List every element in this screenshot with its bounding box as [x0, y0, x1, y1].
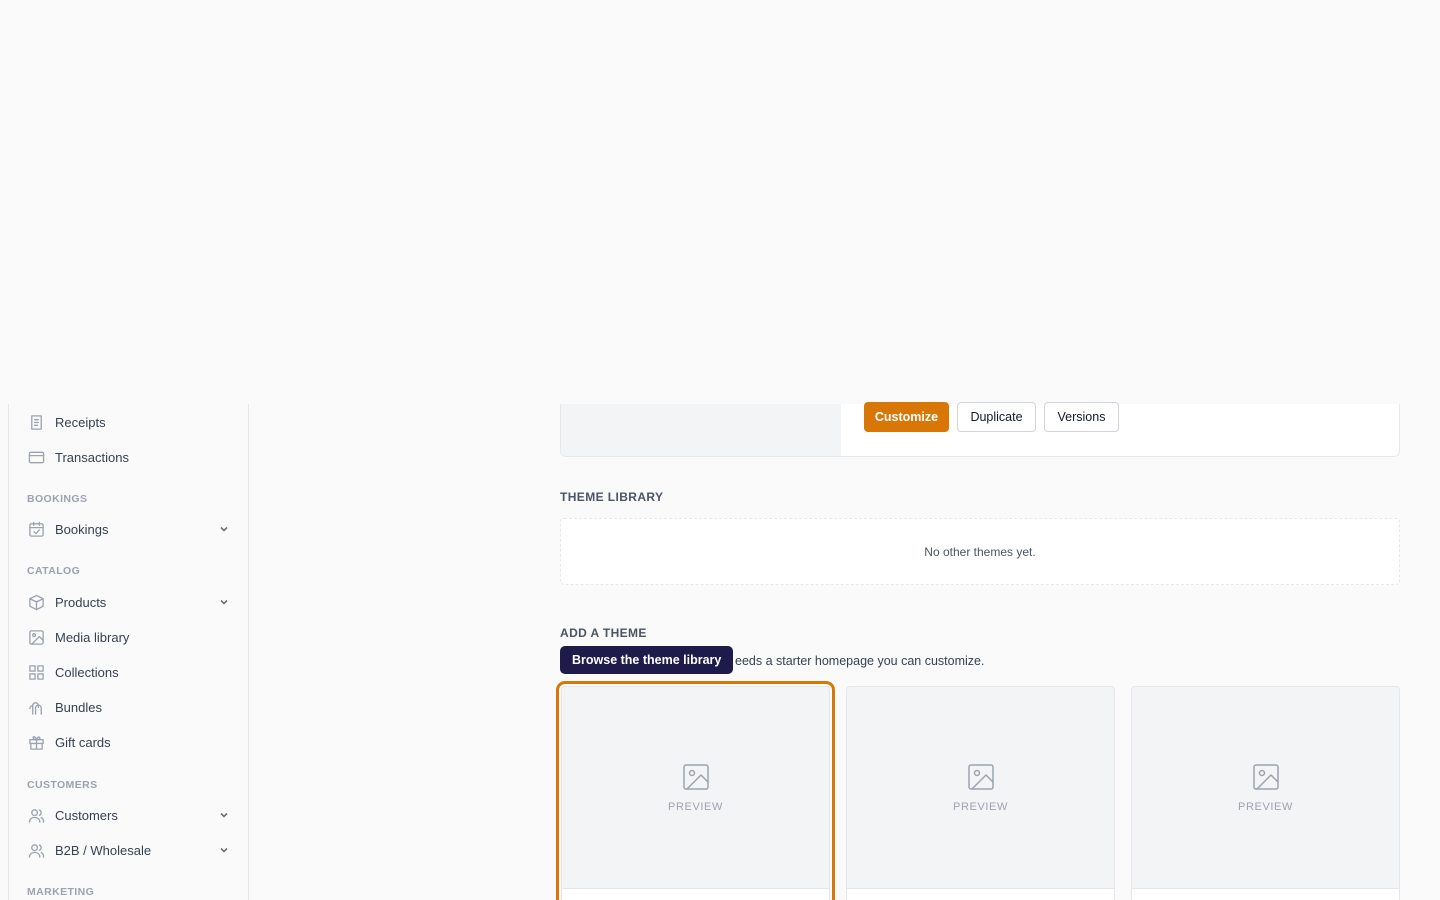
sidebar-item-label: Products [55, 594, 107, 610]
box-icon [27, 593, 45, 611]
sidebar-item-label: Collections [55, 664, 119, 680]
grid-icon [27, 663, 45, 681]
bundle-icon [27, 698, 45, 716]
theme-library-heading: THEME LIBRARY [560, 490, 664, 504]
credit-card-icon [27, 448, 45, 466]
add-theme-heading: ADD A THEME [560, 626, 647, 640]
sidebar-item-label: Transactions [55, 449, 129, 465]
add-theme-description: eeds a starter homepage you can customiz… [735, 654, 985, 668]
theme-template-card[interactable]: PREVIEW [846, 686, 1115, 900]
template-card-footer [1132, 888, 1399, 900]
sidebar-item-transactions[interactable]: Transactions [27, 445, 232, 469]
versions-button[interactable]: Versions [1044, 402, 1119, 432]
section-label-catalog: CATALOG [27, 565, 81, 577]
sidebar-item-gift-cards[interactable]: Gift cards [27, 730, 232, 754]
page: Receipts Transactions BOOKINGS Bookings … [0, 0, 1440, 900]
image-placeholder-icon [681, 762, 711, 792]
sidebar-item-bookings[interactable]: Bookings [27, 517, 232, 541]
sidebar-item-media-library[interactable]: Media library [27, 625, 232, 649]
sidebar-item-label: B2B / Wholesale [55, 842, 152, 858]
preview-label: PREVIEW [953, 801, 1008, 813]
chevron-down-icon[interactable] [216, 807, 232, 823]
template-card-footer [847, 888, 1114, 900]
sidebar-item-label: Customers [55, 807, 118, 823]
section-label-bookings: BOOKINGS [27, 493, 88, 505]
image-placeholder-icon [1251, 762, 1281, 792]
preview-label: PREVIEW [668, 801, 723, 813]
chevron-down-icon[interactable] [216, 521, 232, 537]
chevron-down-icon[interactable] [216, 842, 232, 858]
gift-icon [27, 733, 45, 751]
theme-library-empty-state: No other themes yet. [560, 518, 1400, 585]
users-icon [27, 806, 45, 824]
tooltip: Browse the theme library [560, 646, 734, 674]
sidebar-item-label: Gift cards [55, 734, 111, 750]
sidebar-item-customers[interactable]: Customers [27, 803, 232, 827]
preview-label: PREVIEW [1238, 801, 1293, 813]
image-placeholder-icon [966, 762, 996, 792]
sidebar-item-label: Receipts [55, 414, 106, 430]
sidebar-item-receipts[interactable]: Receipts [27, 410, 232, 434]
image-icon [27, 628, 45, 646]
sidebar-item-label: Bookings [55, 521, 109, 537]
receipt-icon [27, 413, 45, 431]
customize-button[interactable]: Customize [864, 402, 949, 432]
sidebar-item-b2b-wholesale[interactable]: B2B / Wholesale [27, 838, 232, 862]
theme-template-card[interactable]: PREVIEW [556, 681, 835, 900]
empty-state-text: No other themes yet. [924, 544, 1036, 559]
calendar-check-icon [27, 520, 45, 538]
users-icon [27, 841, 45, 859]
chevron-down-icon[interactable] [216, 594, 232, 610]
sidebar-item-bundles[interactable]: Bundles [27, 695, 232, 719]
section-label-customers: CUSTOMERS [27, 779, 98, 791]
sidebar: Receipts Transactions BOOKINGS Bookings … [8, 404, 249, 900]
theme-template-card[interactable]: PREVIEW [1131, 686, 1400, 900]
sidebar-item-label: Media library [55, 629, 130, 645]
section-label-marketing: MARKETING [27, 886, 95, 898]
duplicate-button[interactable]: Duplicate [957, 402, 1036, 432]
sidebar-item-label: Bundles [55, 699, 102, 715]
current-theme-thumbnail [561, 404, 841, 456]
sidebar-item-products[interactable]: Products [27, 590, 232, 614]
sidebar-item-collections[interactable]: Collections [27, 660, 232, 684]
template-card-footer [562, 888, 829, 900]
